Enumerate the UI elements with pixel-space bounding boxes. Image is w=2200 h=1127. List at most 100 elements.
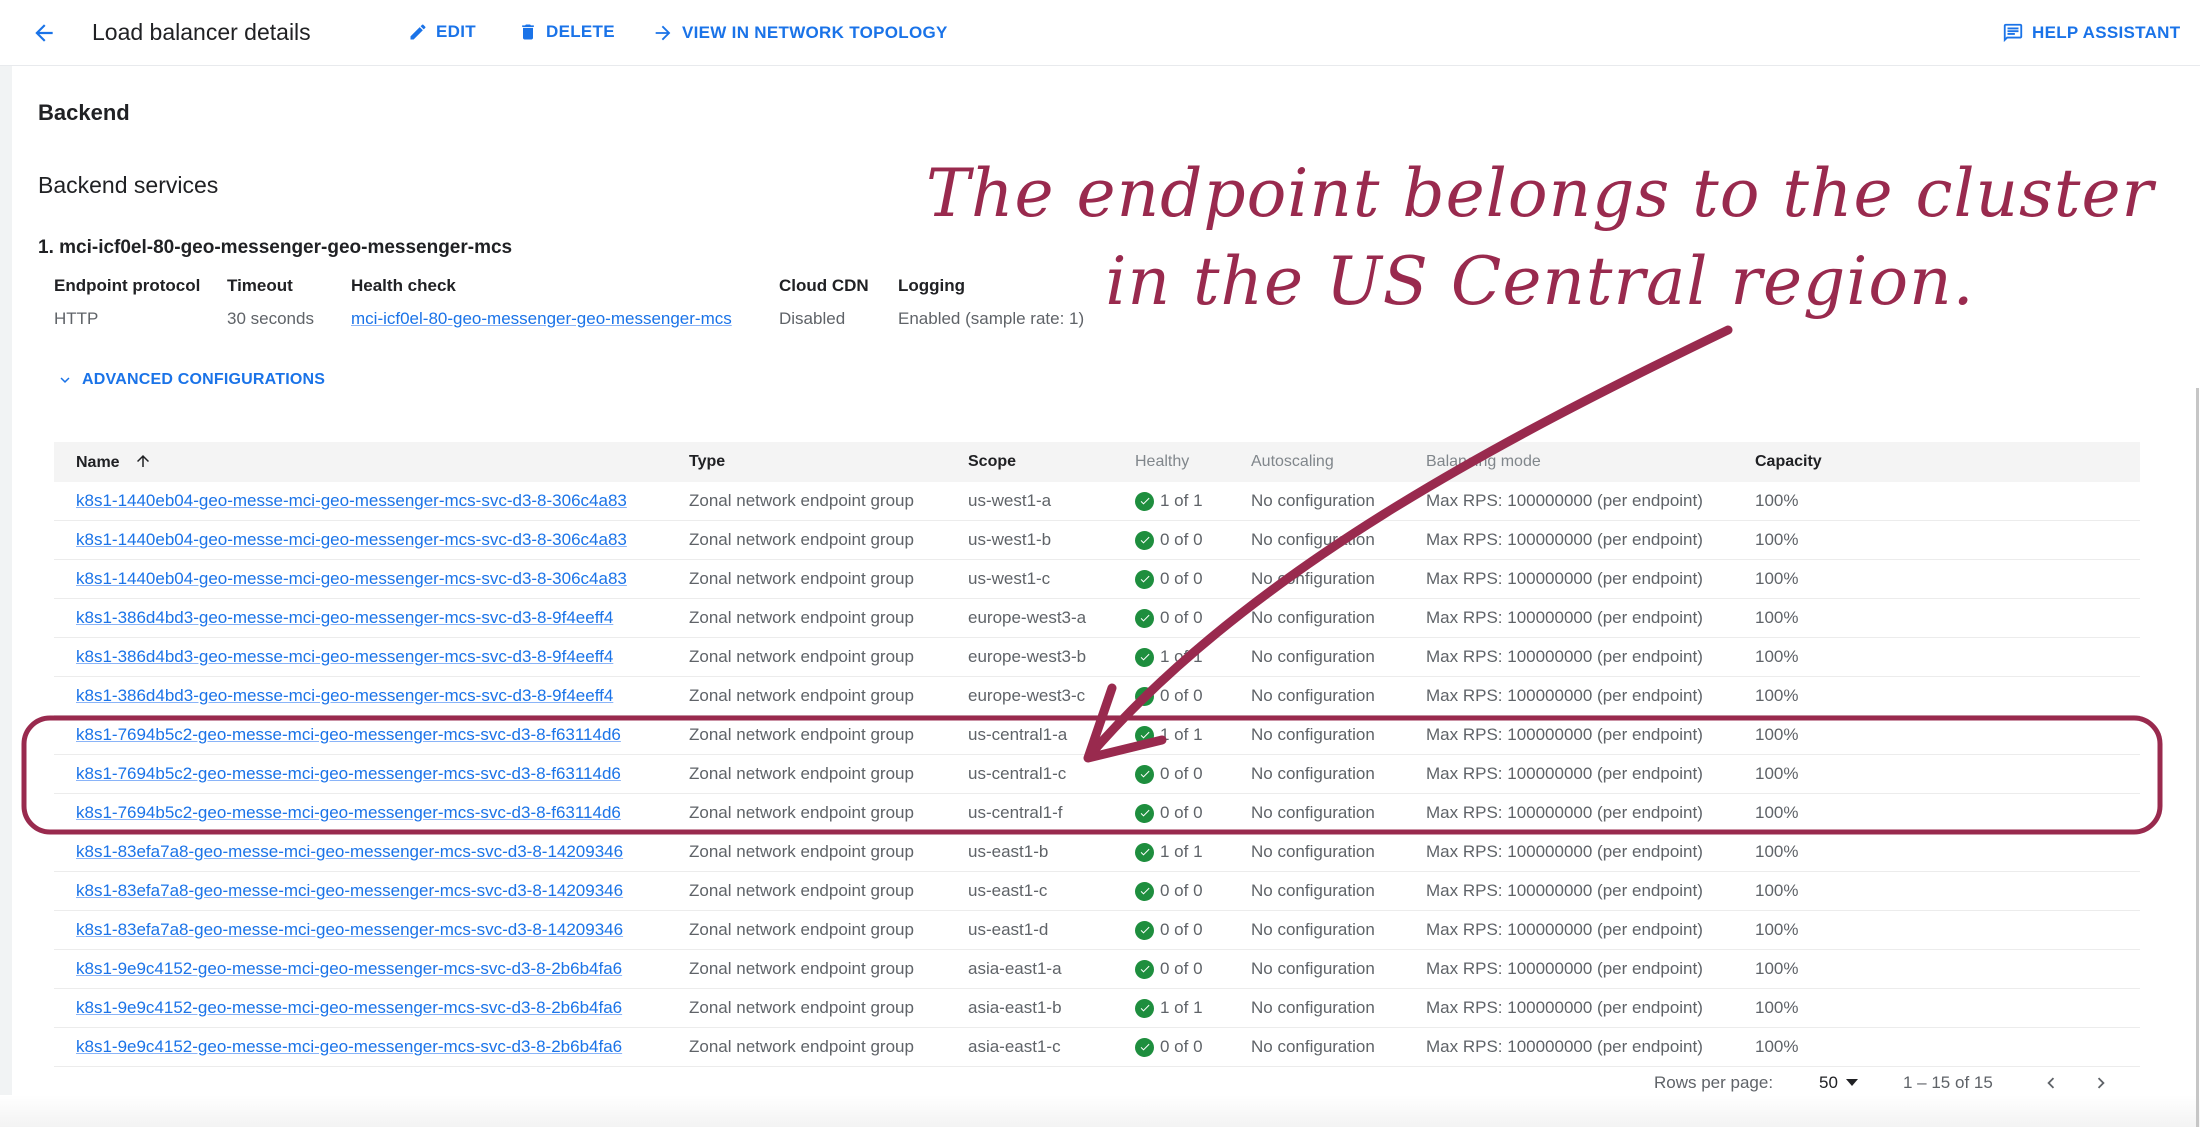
healthy-count: 0 of 0	[1160, 569, 1203, 588]
endpoint-group-balancing-mode: Max RPS: 100000000 (per endpoint)	[1426, 530, 1703, 549]
check-circle-icon	[1135, 764, 1154, 784]
endpoint-group-name-link[interactable]: k8s1-386d4bd3-geo-messe-mci-geo-messenge…	[76, 647, 613, 667]
edit-button[interactable]: EDIT	[408, 22, 476, 42]
pencil-icon	[410, 24, 426, 40]
delete-button[interactable]: DELETE	[518, 22, 615, 42]
prop-label: Timeout	[227, 276, 293, 295]
view-network-topology-button[interactable]: VIEW IN NETWORK TOPOLOGY	[652, 22, 948, 44]
endpoint-group-scope: europe-west3-a	[968, 608, 1087, 627]
column-header-scope[interactable]: Scope	[968, 453, 1016, 471]
check-circle-icon	[1135, 803, 1154, 823]
page-title: Load balancer details	[92, 19, 311, 45]
endpoint-group-name-link[interactable]: k8s1-1440eb04-geo-messe-mci-geo-messenge…	[76, 491, 627, 511]
endpoint-group-type: Zonal network endpoint group	[689, 491, 914, 510]
endpoint-group-capacity: 100%	[1755, 881, 1799, 900]
prop-endpoint-protocol: Endpoint protocol HTTP	[54, 276, 200, 328]
endpoint-group-autoscaling: No configuration	[1251, 647, 1375, 666]
advanced-configurations-toggle[interactable]: ADVANCED CONFIGURATIONS	[56, 371, 325, 389]
trash-icon	[522, 24, 534, 40]
endpoint-group-capacity: 100%	[1755, 725, 1799, 744]
table-row: k8s1-9e9c4152-geo-messe-mci-geo-messenge…	[54, 989, 2140, 1028]
endpoint-group-type: Zonal network endpoint group	[689, 842, 914, 861]
endpoint-group-scope: asia-east1-a	[968, 959, 1062, 978]
endpoint-group-autoscaling: No configuration	[1251, 959, 1375, 978]
endpoint-group-healthy: 0 of 0	[1135, 881, 1203, 901]
endpoint-group-capacity: 100%	[1755, 920, 1799, 939]
endpoint-group-balancing-mode: Max RPS: 100000000 (per endpoint)	[1426, 1037, 1703, 1056]
dropdown-arrow-icon	[1845, 1079, 1858, 1086]
endpoint-group-healthy: 0 of 0	[1135, 803, 1203, 823]
endpoint-group-type: Zonal network endpoint group	[689, 1037, 914, 1056]
endpoint-group-balancing-mode: Max RPS: 100000000 (per endpoint)	[1426, 842, 1703, 861]
endpoint-group-type: Zonal network endpoint group	[689, 881, 914, 900]
endpoint-group-capacity: 100%	[1755, 764, 1799, 783]
column-header-balancing-mode: Balancing mode	[1426, 453, 1541, 470]
endpoint-group-name-link[interactable]: k8s1-83efa7a8-geo-messe-mci-geo-messenge…	[76, 920, 623, 940]
table-row: k8s1-386d4bd3-geo-messe-mci-geo-messenge…	[54, 638, 2140, 677]
annotation-text: The endpoint belongs to the cluster in t…	[925, 155, 2155, 320]
check-circle-icon	[1135, 998, 1154, 1018]
prop-value: Disabled	[779, 309, 846, 328]
endpoint-group-healthy: 0 of 0	[1135, 764, 1203, 784]
rows-per-page-select[interactable]: 50	[1819, 1073, 1858, 1093]
endpoint-group-name-link[interactable]: k8s1-9e9c4152-geo-messe-mci-geo-messenge…	[76, 959, 622, 979]
help-assistant-button[interactable]: HELP ASSISTANT	[2002, 22, 2180, 44]
endpoint-group-name-link[interactable]: k8s1-9e9c4152-geo-messe-mci-geo-messenge…	[76, 998, 622, 1018]
endpoint-group-balancing-mode: Max RPS: 100000000 (per endpoint)	[1426, 959, 1703, 978]
endpoint-group-name-link[interactable]: k8s1-386d4bd3-geo-messe-mci-geo-messenge…	[76, 686, 613, 706]
vertical-scrollbar[interactable]	[2196, 388, 2199, 1127]
check-circle-icon	[1135, 725, 1154, 745]
column-header-name[interactable]: Name	[76, 452, 152, 472]
endpoint-group-autoscaling: No configuration	[1251, 842, 1375, 861]
table-body: k8s1-1440eb04-geo-messe-mci-geo-messenge…	[54, 482, 2140, 1067]
prop-label: Cloud CDN	[779, 276, 869, 295]
endpoint-group-name-link[interactable]: k8s1-1440eb04-geo-messe-mci-geo-messenge…	[76, 530, 627, 550]
endpoint-group-type: Zonal network endpoint group	[689, 569, 914, 588]
sort-ascending-icon	[137, 455, 150, 467]
endpoint-group-name-link[interactable]: k8s1-83efa7a8-geo-messe-mci-geo-messenge…	[76, 881, 623, 901]
endpoint-group-autoscaling: No configuration	[1251, 881, 1375, 900]
table-row: k8s1-1440eb04-geo-messe-mci-geo-messenge…	[54, 521, 2140, 560]
prop-timeout: Timeout 30 seconds	[227, 276, 314, 328]
endpoint-group-scope: us-east1-d	[968, 920, 1049, 939]
column-header-capacity[interactable]: Capacity	[1755, 453, 1822, 471]
view-network-topology-label: VIEW IN NETWORK TOPOLOGY	[682, 23, 948, 42]
health-check-link[interactable]: mci-icf0el-80-geo-messenger-geo-messenge…	[351, 309, 732, 329]
endpoint-group-autoscaling: No configuration	[1251, 530, 1375, 549]
table-row: k8s1-1440eb04-geo-messe-mci-geo-messenge…	[54, 482, 2140, 521]
endpoint-group-name-link[interactable]: k8s1-1440eb04-geo-messe-mci-geo-messenge…	[76, 569, 627, 589]
endpoint-group-name-link[interactable]: k8s1-386d4bd3-geo-messe-mci-geo-messenge…	[76, 608, 613, 628]
arrow-forward-icon	[655, 25, 671, 41]
chevron-down-icon	[60, 377, 70, 383]
endpoint-group-name-link[interactable]: k8s1-7694b5c2-geo-messe-mci-geo-messenge…	[76, 725, 621, 745]
endpoint-group-name-link[interactable]: k8s1-7694b5c2-geo-messe-mci-geo-messenge…	[76, 764, 621, 784]
left-panel-edge	[0, 66, 12, 1127]
back-button[interactable]	[28, 17, 60, 49]
column-header-name-label: Name	[76, 454, 120, 471]
endpoint-group-autoscaling: No configuration	[1251, 569, 1375, 588]
table-row: k8s1-83efa7a8-geo-messe-mci-geo-messenge…	[54, 872, 2140, 911]
endpoint-group-scope: us-central1-f	[968, 803, 1063, 822]
endpoint-group-scope: asia-east1-c	[968, 1037, 1061, 1056]
endpoint-group-healthy: 0 of 0	[1135, 569, 1203, 589]
check-circle-icon	[1135, 842, 1154, 862]
endpoint-group-autoscaling: No configuration	[1251, 1037, 1375, 1056]
endpoint-group-scope: us-west1-c	[968, 569, 1051, 588]
healthy-count: 0 of 0	[1160, 1037, 1203, 1056]
table-row: k8s1-9e9c4152-geo-messe-mci-geo-messenge…	[54, 1028, 2140, 1067]
column-header-autoscaling: Autoscaling	[1251, 453, 1334, 470]
rows-per-page-label: Rows per page:	[1654, 1073, 1774, 1092]
endpoint-group-name-link[interactable]: k8s1-83efa7a8-geo-messe-mci-geo-messenge…	[76, 842, 623, 862]
endpoint-group-name-link[interactable]: k8s1-9e9c4152-geo-messe-mci-geo-messenge…	[76, 1037, 622, 1057]
endpoint-group-capacity: 100%	[1755, 959, 1799, 978]
endpoint-group-name-link[interactable]: k8s1-7694b5c2-geo-messe-mci-geo-messenge…	[76, 803, 621, 823]
endpoint-group-capacity: 100%	[1755, 1037, 1799, 1056]
column-header-type[interactable]: Type	[689, 453, 725, 471]
help-assistant-label: HELP ASSISTANT	[2032, 23, 2181, 42]
endpoint-group-scope: us-west1-b	[968, 530, 1052, 549]
table-row: k8s1-1440eb04-geo-messe-mci-geo-messenge…	[54, 560, 2140, 599]
endpoint-group-autoscaling: No configuration	[1251, 725, 1375, 744]
advanced-configurations-label: ADVANCED CONFIGURATIONS	[82, 371, 326, 388]
endpoint-group-type: Zonal network endpoint group	[689, 530, 914, 549]
section-heading-backend-services: Backend services	[38, 172, 219, 198]
